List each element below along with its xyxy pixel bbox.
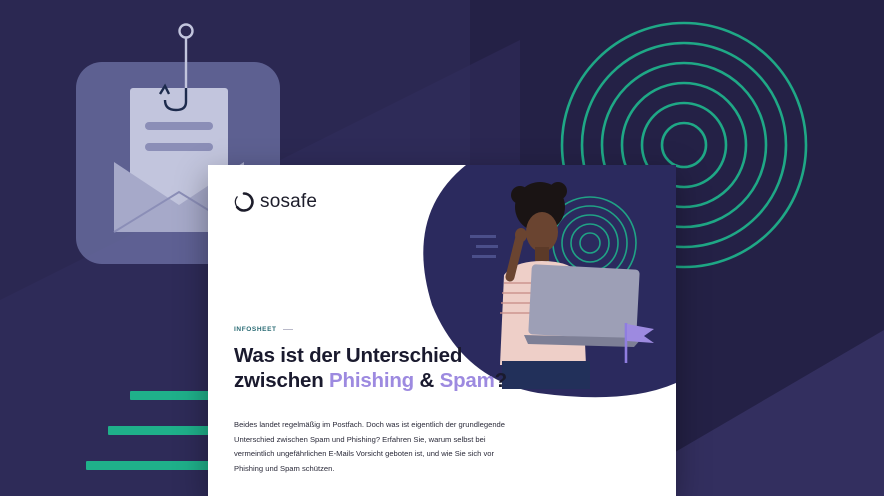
document-body: Beides landet regelmäßig im Postfach. Do…	[234, 420, 505, 473]
eyebrow: INFOSHEET	[234, 326, 293, 333]
title-end: ?	[494, 369, 508, 392]
title-highlight-phishing: Phishing	[329, 369, 415, 392]
title-line-1: Was ist der Unterschied	[234, 344, 463, 367]
title-highlight-spam: Spam	[439, 369, 495, 392]
sosafe-logo-icon	[234, 192, 254, 212]
title-line-2-prefix: zwischen	[234, 369, 330, 392]
document-title: Was ist der Unterschied zwischen Phishin…	[234, 343, 534, 393]
eyebrow-label: INFOSHEET	[234, 326, 277, 333]
brand-name: sosafe	[260, 191, 318, 212]
sosafe-logo: sosafe	[234, 191, 317, 213]
title-connector: &	[414, 369, 440, 392]
infosheet-document: sosafe INFOSHEET Was ist der Unterschied…	[208, 165, 676, 496]
laptop-icon	[524, 264, 642, 347]
eyebrow-divider	[282, 329, 293, 330]
